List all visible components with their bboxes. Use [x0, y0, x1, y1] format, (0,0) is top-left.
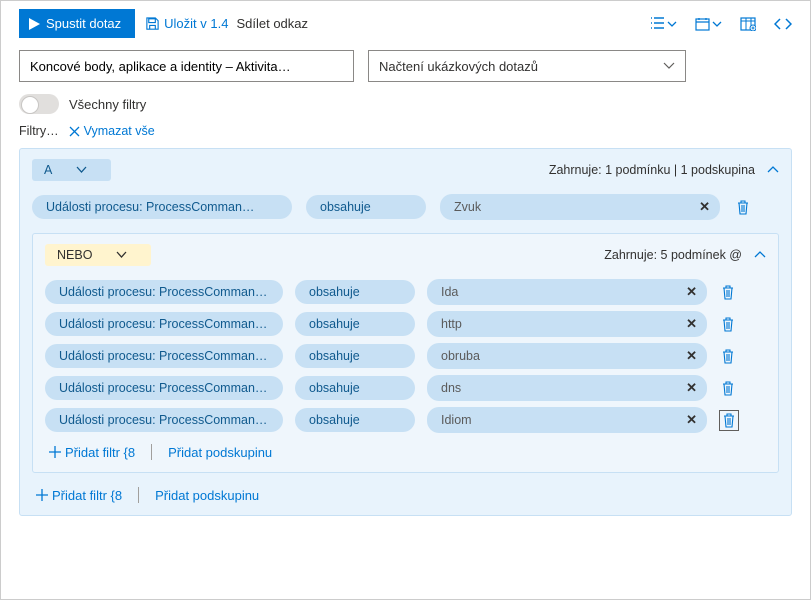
condition-row: Události procesu: ProcessComman… obsahuje…	[45, 308, 766, 340]
operator-pill[interactable]: obsahuje	[295, 312, 415, 336]
run-query-button[interactable]: Spustit dotaz	[19, 9, 135, 38]
code-icon[interactable]	[774, 18, 792, 30]
subgroup-operator-chip[interactable]: NEBO	[45, 244, 151, 266]
add-subgroup-button[interactable]: Přidat podskupinu	[168, 445, 272, 460]
chevron-down-icon	[712, 19, 722, 29]
clear-value-icon[interactable]: ✕	[699, 199, 710, 215]
delete-icon[interactable]	[719, 283, 737, 302]
condition-row: Události procesu: ProcessComman… obsahuje…	[45, 404, 766, 436]
save-icon	[145, 16, 160, 31]
field-pill[interactable]: Události procesu: ProcessComman…	[45, 408, 283, 432]
value-text: obruba	[441, 349, 480, 363]
add-filter-button[interactable]: Přidat filtr {8	[36, 488, 122, 503]
value-pill[interactable]: Idiom ✕	[427, 407, 707, 433]
sample-queries-dropdown[interactable]: Načtení ukázkových dotazů	[368, 50, 686, 82]
all-filters-label: Všechny filtry	[69, 97, 146, 112]
share-link[interactable]: Sdílet odkaz	[236, 16, 308, 31]
field-pill[interactable]: Události procesu: ProcessComman…	[45, 376, 283, 400]
add-filter-label: Přidat filtr {8	[52, 488, 122, 503]
value-text: http	[441, 317, 462, 331]
condition-row: Události procesu: ProcessComman… obsahuje…	[45, 340, 766, 372]
condition-row: Události procesu: ProcessComman… obsahuj…	[32, 191, 779, 223]
field-pill[interactable]: Události procesu: ProcessComman…	[45, 344, 283, 368]
add-filter-label: Přidat filtr {8	[65, 445, 135, 460]
field-pill[interactable]: Události procesu: ProcessComman…	[45, 312, 283, 336]
close-icon	[69, 126, 80, 137]
save-label: Uložit v 1.4	[164, 16, 228, 31]
operator-pill[interactable]: obsahuje	[295, 344, 415, 368]
subgroup-header: NEBO Zahrnuje: 5 podmínek @	[45, 244, 766, 266]
toolbar: Spustit dotaz Uložit v 1.4 Sdílet odkaz	[1, 1, 810, 46]
dropdown-label: Načtení ukázkových dotazů	[379, 59, 538, 74]
plus-icon	[36, 489, 48, 501]
group-meta: Zahrnuje: 1 podmínku | 1 podskupina	[549, 163, 779, 177]
chevron-down-icon	[667, 19, 677, 29]
chevron-down-icon	[76, 166, 87, 174]
calendar-icon[interactable]	[695, 17, 722, 31]
operator-pill[interactable]: obsahuje	[306, 195, 426, 219]
inputs-row: Načtení ukázkových dotazů	[1, 46, 810, 90]
subgroup-add-row: Přidat filtr {8 Přidat podskupinu	[45, 436, 766, 462]
plus-icon	[49, 446, 61, 458]
clear-label: Vymazat vše	[84, 124, 155, 138]
operator-label: NEBO	[57, 248, 92, 262]
run-label: Spustit dotaz	[46, 16, 121, 31]
chevron-down-icon	[116, 251, 127, 259]
root-add-row: Přidat filtr {8 Přidat podskupinu	[32, 479, 779, 505]
delete-icon[interactable]	[719, 410, 739, 431]
operator-pill[interactable]: obsahuje	[295, 280, 415, 304]
clear-value-icon[interactable]: ✕	[686, 380, 697, 396]
group-operator-chip[interactable]: A	[32, 159, 111, 181]
play-icon	[29, 18, 40, 30]
condition-row: Události procesu: ProcessComman… obsahuje…	[45, 276, 766, 308]
filters-bar: Filtry… Vymazat vše	[1, 124, 810, 148]
field-pill[interactable]: Události procesu: ProcessComman…	[45, 280, 283, 304]
operator-pill[interactable]: obsahuje	[295, 408, 415, 432]
value-text: Ida	[441, 285, 458, 299]
value-pill[interactable]: Zvuk ✕	[440, 194, 720, 220]
delete-icon[interactable]	[719, 347, 737, 366]
add-subgroup-button[interactable]: Přidat podskupinu	[155, 488, 259, 503]
chevron-down-icon	[663, 62, 675, 70]
subgroup-panel: NEBO Zahrnuje: 5 podmínek @ Události pro…	[32, 233, 779, 473]
value-pill[interactable]: http ✕	[427, 311, 707, 337]
add-filter-button[interactable]: Přidat filtr {8	[49, 445, 135, 460]
operator-pill[interactable]: obsahuje	[295, 376, 415, 400]
clear-value-icon[interactable]: ✕	[686, 348, 697, 364]
clear-value-icon[interactable]: ✕	[686, 284, 697, 300]
condition-row: Události procesu: ProcessComman… obsahuje…	[45, 372, 766, 404]
delete-icon[interactable]	[719, 315, 737, 334]
field-pill[interactable]: Události procesu: ProcessComman…	[32, 195, 292, 219]
delete-icon[interactable]	[734, 198, 752, 217]
toolbar-right	[650, 17, 792, 31]
value-pill[interactable]: dns ✕	[427, 375, 707, 401]
all-filters-toggle[interactable]	[19, 94, 59, 114]
group-header: A Zahrnuje: 1 podmínku | 1 podskupina	[32, 159, 779, 181]
columns-icon[interactable]	[740, 17, 756, 31]
separator	[151, 444, 152, 460]
operator-label: A	[44, 163, 52, 177]
subgroup-summary: Zahrnuje: 5 podmínek @	[604, 248, 742, 262]
value-pill[interactable]: Ida ✕	[427, 279, 707, 305]
clear-all-button[interactable]: Vymazat vše	[69, 124, 155, 138]
all-filters-row: Všechny filtry	[1, 90, 810, 124]
separator	[138, 487, 139, 503]
value-text: dns	[441, 381, 461, 395]
scope-input[interactable]	[19, 50, 354, 82]
subgroup-meta: Zahrnuje: 5 podmínek @	[604, 248, 766, 262]
clear-value-icon[interactable]: ✕	[686, 412, 697, 428]
root-group-panel: A Zahrnuje: 1 podmínku | 1 podskupina Ud…	[19, 148, 792, 516]
list-view-icon[interactable]	[650, 17, 677, 30]
delete-icon[interactable]	[719, 379, 737, 398]
collapse-icon[interactable]	[754, 251, 766, 259]
value-text: Zvuk	[454, 200, 481, 214]
filters-label: Filtry…	[19, 124, 59, 138]
value-pill[interactable]: obruba ✕	[427, 343, 707, 369]
group-summary: Zahrnuje: 1 podmínku | 1 podskupina	[549, 163, 755, 177]
clear-value-icon[interactable]: ✕	[686, 316, 697, 332]
save-button[interactable]: Uložit v 1.4	[145, 16, 228, 31]
value-text: Idiom	[441, 413, 472, 427]
collapse-icon[interactable]	[767, 166, 779, 174]
